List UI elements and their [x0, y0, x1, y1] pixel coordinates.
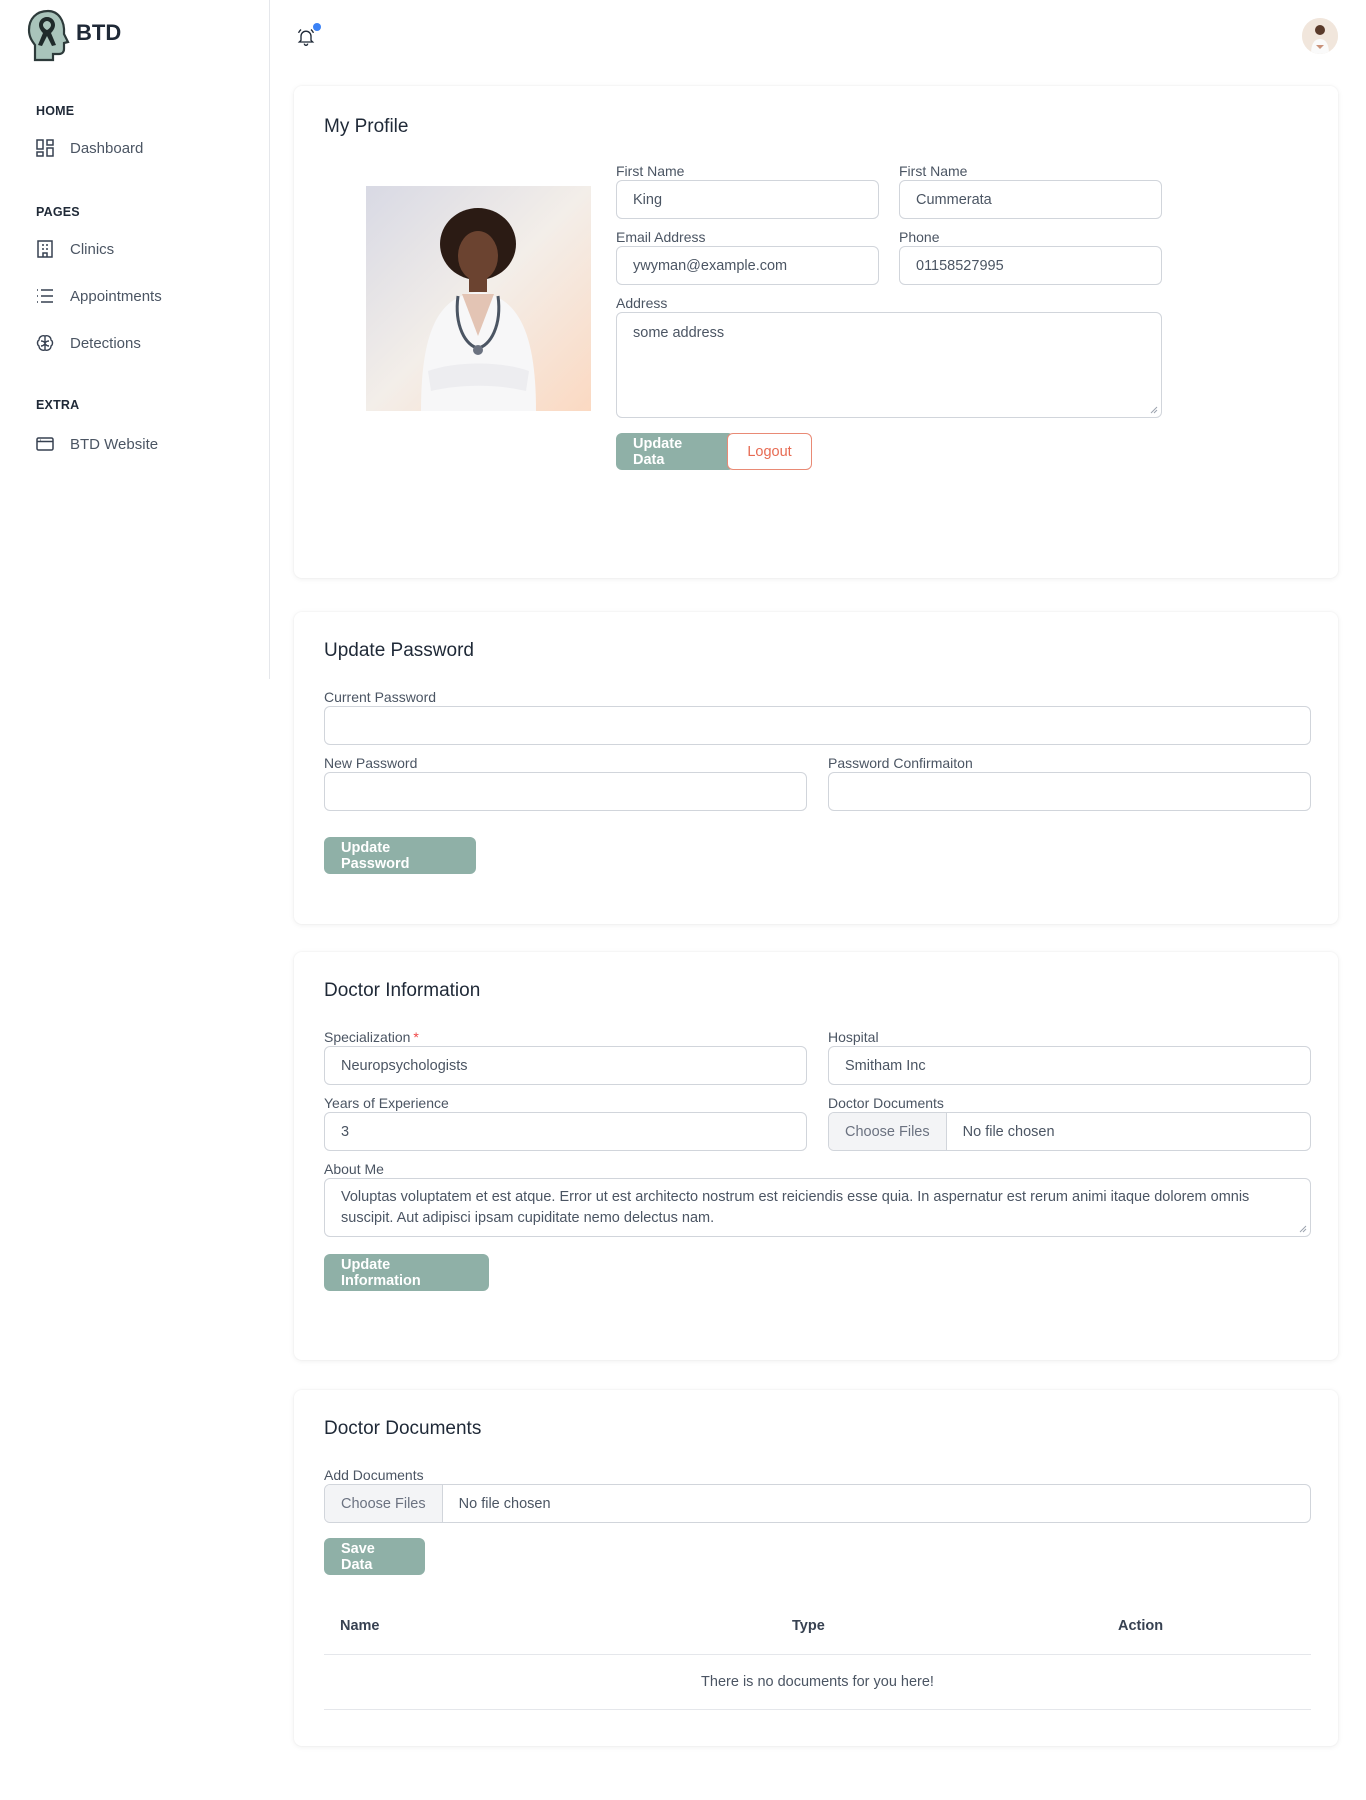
sidebar-item-clinics[interactable]: Clinics — [36, 237, 114, 261]
phone-input[interactable]: 01158527995 — [899, 246, 1162, 285]
notification-bell-icon[interactable] — [296, 23, 322, 48]
password-confirmation-input[interactable] — [828, 772, 1311, 811]
update-password-card: Update Password Current Password New Pas… — [294, 612, 1338, 924]
nav-section-extra: EXTRA — [36, 398, 80, 412]
file-status: No file chosen — [962, 1123, 1055, 1140]
browser-icon — [36, 435, 54, 453]
current-password-input[interactable] — [324, 706, 1311, 745]
about-me-textarea[interactable]: Voluptas voluptatem et est atque. Error … — [324, 1178, 1311, 1237]
sidebar-item-appointments[interactable]: Appointments — [36, 284, 162, 308]
column-header-type: Type — [776, 1598, 1102, 1655]
address-value: some address — [633, 325, 725, 341]
table-row: There is no documents for you here! — [324, 1654, 1311, 1710]
last-name-label: First Name — [899, 163, 968, 179]
card-title: My Profile — [324, 116, 409, 137]
hospital-input[interactable]: Smitham Inc — [828, 1046, 1311, 1085]
file-status: No file chosen — [458, 1495, 551, 1512]
doctor-information-card: Doctor Information Specialization * Neuro… — [294, 952, 1338, 1360]
table-header-row: Name Type Action — [324, 1598, 1311, 1655]
sidebar-item-label: Detections — [70, 334, 141, 352]
first-name-input[interactable]: King — [616, 180, 879, 219]
password-confirmation-label: Password Confirmaiton — [828, 755, 973, 771]
update-information-button[interactable]: Update Information — [324, 1254, 489, 1291]
nav-section-home: HOME — [36, 104, 75, 118]
about-me-value: Voluptas voluptatem et est atque. Error … — [341, 1189, 1250, 1226]
current-password-label: Current Password — [324, 689, 437, 705]
brand-logo[interactable]: BTD — [26, 9, 121, 62]
brand-name: BTD — [76, 19, 122, 45]
first-name-label: First Name — [616, 163, 685, 179]
documents-table: Name Type Action There is no documents f… — [324, 1598, 1311, 1710]
empty-table-message: There is no documents for you here! — [324, 1654, 1311, 1710]
doctor-documents-card: Doctor Documents Add Documents Choose Fi… — [294, 1390, 1338, 1746]
sidebar-item-label: BTD Website — [70, 435, 159, 453]
email-label: Email Address — [616, 229, 706, 245]
card-title: Doctor Information — [324, 980, 481, 1001]
new-password-input[interactable] — [324, 772, 807, 811]
address-label: Address — [616, 295, 668, 311]
address-textarea[interactable]: some address — [616, 312, 1162, 418]
specialization-input[interactable]: Neuropsychologists — [324, 1046, 807, 1085]
update-data-button[interactable]: Update Data — [616, 433, 734, 470]
doctor-documents-file-input[interactable]: Choose Files No file chosen — [828, 1112, 1311, 1151]
specialization-label-text: Specialization — [324, 1029, 411, 1045]
column-header-action: Action — [1102, 1598, 1311, 1655]
required-asterisk: * — [413, 1029, 419, 1045]
sidebar-item-label: Clinics — [70, 240, 115, 258]
nav-section-pages: PAGES — [36, 205, 80, 219]
doctor-documents-label: Doctor Documents — [828, 1095, 944, 1111]
list-icon — [36, 287, 54, 305]
specialization-label: Specialization * — [324, 1029, 419, 1045]
about-me-label: About Me — [324, 1161, 384, 1177]
new-password-label: New Password — [324, 755, 418, 771]
update-password-button[interactable]: Update Password — [324, 837, 476, 874]
last-name-input[interactable]: Cummerata — [899, 180, 1162, 219]
choose-files-button[interactable]: Choose Files — [829, 1113, 947, 1150]
card-title: Update Password — [324, 640, 474, 661]
column-header-name: Name — [324, 1598, 776, 1655]
hospital-label: Hospital — [828, 1029, 879, 1045]
brain-icon — [36, 334, 54, 352]
logout-button[interactable]: Logout — [727, 433, 812, 470]
choose-files-button[interactable]: Choose Files — [325, 1485, 443, 1522]
sidebar-item-label: Dashboard — [70, 139, 144, 157]
sidebar-item-btd-website[interactable]: BTD Website — [36, 432, 158, 456]
notification-dot — [313, 23, 321, 31]
save-data-button[interactable]: Save Data — [324, 1538, 425, 1575]
sidebar: BTD HOME Dashboard PAGES Clinics Appoint… — [0, 0, 270, 679]
resize-grip-icon[interactable] — [1149, 405, 1158, 414]
experience-input[interactable]: 3 — [324, 1112, 807, 1151]
add-documents-file-input[interactable]: Choose Files No file chosen — [324, 1484, 1311, 1523]
resize-grip-icon[interactable] — [1298, 1224, 1307, 1233]
card-title: Doctor Documents — [324, 1418, 482, 1439]
sidebar-item-dashboard[interactable]: Dashboard — [36, 136, 143, 160]
user-avatar[interactable] — [1302, 18, 1338, 54]
experience-label: Years of Experience — [324, 1095, 449, 1111]
dashboard-icon — [36, 139, 54, 157]
add-documents-label: Add Documents — [324, 1467, 424, 1483]
profile-card: My Profile First Name King First Name Cu… — [294, 86, 1338, 578]
email-input[interactable]: ywyman@example.com — [616, 246, 879, 285]
sidebar-item-detections[interactable]: Detections — [36, 331, 141, 355]
profile-photo — [366, 186, 591, 411]
sidebar-item-label: Appointments — [70, 287, 162, 305]
head-ribbon-logo-icon — [27, 9, 70, 62]
building-icon — [36, 240, 54, 258]
phone-label: Phone — [899, 229, 940, 245]
